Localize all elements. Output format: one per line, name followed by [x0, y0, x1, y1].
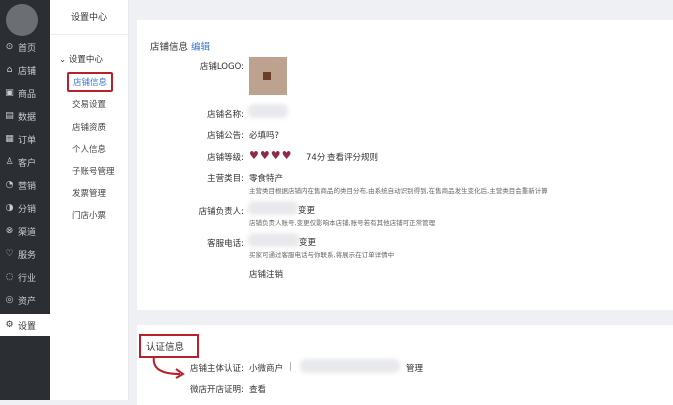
redacted-phone — [248, 233, 300, 247]
sidebar: ⊙ 首页 ⌂ 店铺 ▣ 商品 ▤ 数据 ▦ 订单 ♙ 客户 ◔ 营销 ◑ 分销 ⊗ 渠道 ♡ 服务 … — [0, 0, 50, 400]
rating-rules-link[interactable]: 查看评分规则 — [327, 151, 378, 163]
owner-note: 店铺负责人账号,变更仅影响本店铺,账号若有其他店铺可正常管理 — [249, 219, 436, 227]
sidebar-item-marketing[interactable]: ◔ 营销 — [0, 174, 50, 196]
sidebar-item-label: 店铺 — [18, 66, 37, 77]
chart-icon: ▤ — [5, 110, 14, 121]
sidebar-item-label: 服务 — [18, 250, 37, 261]
redacted-subject — [300, 359, 400, 373]
service-note: 买家可通过客服电话与你联系,将展示在订单详情中 — [249, 251, 395, 259]
subnav-item-trade-settings[interactable]: 交易设置 — [72, 98, 106, 110]
industry-icon: ◌ — [5, 271, 14, 282]
level-hearts: ♥♥♥♥ — [249, 149, 293, 162]
cert-title: 认证信息 — [146, 342, 185, 353]
heart-icon: ♡ — [5, 248, 14, 259]
sidebar-item-assets[interactable]: ◎ 资产 — [0, 289, 50, 311]
subnav-item-store-qualification[interactable]: 店铺资质 — [72, 121, 106, 133]
category-note: 主营类目根据店铺内在售商品的类目分布,由系统自动识别得到,在售商品发生变化后,主… — [249, 187, 548, 195]
sidebar-item-label: 营销 — [18, 181, 37, 192]
proof-view-link[interactable]: 查看 — [249, 383, 266, 395]
subject-label: 店铺主体认证: — [190, 364, 244, 374]
subject-separator: | — [289, 362, 292, 372]
sidebar-item-label: 数据 — [18, 112, 37, 123]
store-info-title: 店铺信息 编辑 — [150, 39, 210, 53]
sidebar-item-label: 商品 — [18, 89, 37, 100]
store-icon: ⌂ — [6, 64, 13, 75]
sidebar-item-customers[interactable]: ♙ 客户 — [0, 151, 50, 173]
sidebar-item-data[interactable]: ▤ 数据 — [0, 105, 50, 127]
notice-label: 店铺公告: — [207, 131, 244, 141]
edit-link[interactable]: 编辑 — [191, 42, 210, 53]
proof-label: 微店开店证明: — [190, 385, 244, 395]
subject-value: 小微商户 — [249, 364, 284, 374]
logo-label: 店铺LOGO: — [199, 62, 244, 72]
share-icon: ◑ — [5, 202, 14, 213]
redacted-store-name — [248, 104, 288, 118]
category-label: 主营类目: — [207, 174, 244, 184]
chevron-down-icon: ⌄ — [59, 55, 69, 65]
sidebar-item-label: 设置 — [18, 321, 37, 332]
redacted-owner — [248, 201, 298, 215]
gear-icon: ⚙ — [5, 319, 14, 330]
subnav-item-invoices[interactable]: 发票管理 — [72, 187, 106, 199]
owner-label: 店铺负责人: — [198, 207, 244, 217]
service-label: 客服电话: — [207, 239, 244, 249]
channel-icon: ⊗ — [5, 225, 14, 236]
category-value: 零食特产 — [249, 174, 284, 184]
settings-subnav: 设置中心 ⌄ 设置中心 店铺信息 交易设置 店铺资质 个人信息 子账号管理 发票… — [50, 0, 129, 400]
goods-icon: ▣ — [5, 87, 14, 98]
arrow-icon — [152, 355, 185, 379]
home-icon: ⊙ — [5, 41, 14, 52]
owner-change-link[interactable]: 变更 — [298, 204, 315, 216]
sidebar-item-goods[interactable]: ▣ 商品 — [0, 82, 50, 104]
logo-mark — [263, 72, 271, 80]
sidebar-item-distribution[interactable]: ◑ 分销 — [0, 197, 50, 219]
order-icon: ▦ — [5, 133, 14, 144]
sidebar-item-label: 订单 — [18, 135, 37, 146]
sidebar-item-service[interactable]: ♡ 服务 — [0, 243, 50, 265]
section-title-text: 店铺信息 — [150, 42, 189, 53]
subnav-item-sub-accounts[interactable]: 子账号管理 — [72, 165, 115, 177]
sidebar-item-store[interactable]: ⌂ 店铺 — [0, 59, 50, 81]
megaphone-icon: ◔ — [5, 179, 14, 190]
sidebar-item-label: 客户 — [18, 158, 37, 169]
sidebar-item-label: 首页 — [18, 43, 37, 54]
level-score: 74分 — [306, 153, 326, 163]
subnav-item-personal-info[interactable]: 个人信息 — [72, 143, 106, 155]
subnav-group-settings[interactable]: ⌄ 设置中心 — [59, 53, 103, 65]
avatar[interactable] — [6, 4, 38, 36]
divider — [50, 34, 128, 35]
close-store-link[interactable]: 店铺注销 — [249, 268, 283, 280]
sidebar-item-orders[interactable]: ▦ 订单 — [0, 128, 50, 150]
name-label: 店铺名称: — [207, 110, 244, 120]
subnav-item-store-info[interactable]: 店铺信息 — [67, 72, 114, 92]
notice-value: 必填吗? — [249, 131, 280, 141]
sidebar-item-settings[interactable]: ⚙ 设置 — [0, 314, 50, 336]
asset-icon: ◎ — [5, 294, 14, 305]
sidebar-item-label: 行业 — [18, 273, 37, 284]
sidebar-item-home[interactable]: ⊙ 首页 — [0, 36, 50, 58]
subject-manage-link[interactable]: 管理 — [406, 362, 423, 374]
sidebar-item-channels[interactable]: ⊗ 渠道 — [0, 220, 50, 242]
sidebar-item-label: 渠道 — [18, 227, 37, 238]
sidebar-item-label: 分销 — [18, 204, 37, 215]
subnav-group-label: 设置中心 — [68, 55, 103, 65]
sidebar-item-label: 资产 — [18, 296, 37, 307]
subnav-item-store-receipt[interactable]: 门店小票 — [72, 209, 106, 221]
sidebar-item-industry[interactable]: ◌ 行业 — [0, 266, 50, 288]
subnav-title: 设置中心 — [71, 13, 108, 23]
user-icon: ♙ — [5, 156, 14, 167]
service-change-link[interactable]: 变更 — [299, 236, 316, 248]
level-label: 店铺等级: — [207, 153, 244, 163]
store-logo[interactable] — [249, 57, 287, 95]
